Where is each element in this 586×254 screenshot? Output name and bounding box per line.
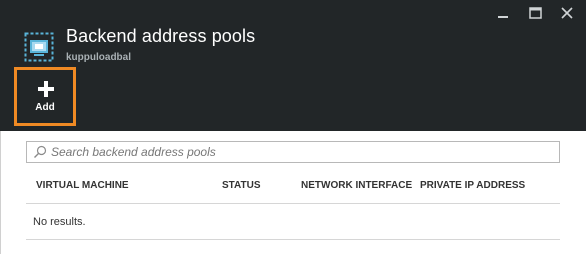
plus-icon xyxy=(38,81,54,97)
page-title: Backend address pools xyxy=(66,26,256,46)
maximize-icon[interactable] xyxy=(526,4,544,22)
column-header-network-interface[interactable]: NETWORK INTERFACE xyxy=(301,180,412,191)
minimize-icon[interactable] xyxy=(494,4,512,22)
add-button-label: Add xyxy=(35,102,55,113)
add-button[interactable]: Add xyxy=(14,67,76,126)
close-icon[interactable] xyxy=(558,4,576,22)
search-input[interactable] xyxy=(51,142,551,162)
blade-left-border xyxy=(0,131,1,254)
blade-header: Backend address pools kuppuloadbal Add xyxy=(0,0,586,131)
column-header-private-ip-address[interactable]: PRIVATE IP ADDRESS xyxy=(420,180,525,191)
load-balancer-pool-icon xyxy=(24,32,54,62)
search-icon xyxy=(33,145,47,159)
search-box[interactable] xyxy=(26,141,560,163)
table-header: VIRTUAL MACHINE STATUS NETWORK INTERFACE… xyxy=(26,174,560,204)
column-header-virtual-machine[interactable]: VIRTUAL MACHINE xyxy=(36,180,129,191)
empty-message: No results. xyxy=(33,216,86,228)
window-controls xyxy=(494,4,576,22)
column-header-status[interactable]: STATUS xyxy=(222,180,261,191)
resource-name: kuppuloadbal xyxy=(66,52,131,63)
table-divider xyxy=(26,239,560,240)
